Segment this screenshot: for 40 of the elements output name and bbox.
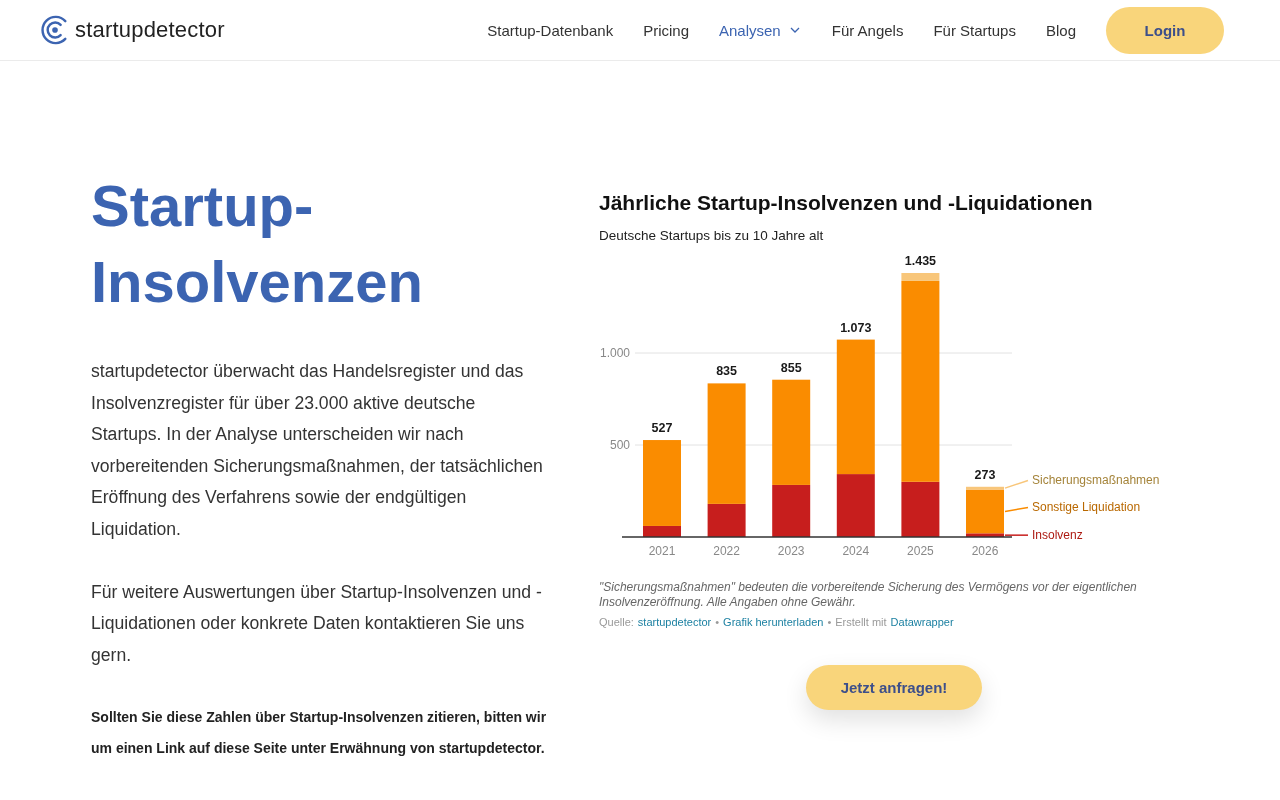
logo-wordmark[interactable]: startupdetector [75,17,225,43]
login-button[interactable]: Login [1106,6,1224,54]
citation-note: Sollten Sie diese Zahlen über Startup-Insolvenzen zitieren, bitten wir um einen Link auf diese Seite unter Erwähnung von startupdetector. [91,708,548,759]
value-label: 273 [974,467,996,482]
nav-link[interactable]: Für Startups [933,21,1016,39]
x-tick-label: 2022 [713,544,740,558]
chart-footnote: "Sicherungsmaßnahmen" bedeuten die vorbereitende Sicherung des Vermögens vor der eigentlichen Insolvenzeröffnung. Alle Angaben ohne Gewähr. [599,580,1138,610]
value-label: 855 [780,360,802,375]
credit-link[interactable]: startupdetector [637,615,712,629]
credit-link[interactable]: Grafik herunterladen [723,615,824,629]
x-tick-label: 2025 [907,544,934,558]
chart-subtitle: Deutsche Startups bis zu 10 Jahre alt [599,227,825,245]
nav-link[interactable]: Für Angels [831,21,904,39]
bullet-separator: • [715,615,720,629]
y-tick-label: 1.000 [599,346,630,361]
x-tick-label: 2024 [842,544,870,558]
x-tick-label: 2021 [648,544,676,558]
value-label: 1.073 [840,320,872,335]
page-heading: Startup-Insolvenzen [91,172,424,316]
bullet-separator: • [827,615,832,629]
nav-link[interactable]: Analysen [719,21,802,39]
legend-label: Sicherungsmaßnahmen [1032,473,1160,488]
request-button[interactable]: Jetzt anfragen! [806,665,982,710]
body-paragraph: startupdetector überwacht das Handelsregister und das Insolvenzregister für über 23.000 aktive deutsche Startups. In der Analyse unterscheiden wir nach vorbereitenden Sicherungsmaßnahmen, der tatsächlichen Eröffnung des Verfahrens sowie der endgültigen Liquidation. [91,360,544,541]
nav-link[interactable]: Pricing [643,21,689,39]
nav-link[interactable]: Startup-Datenbank [487,21,614,39]
legend-label: Sonstige Liquidation [1032,500,1141,515]
chart-title: Jährliche Startup-Insolvenzen und -Liquidationen [599,190,1094,216]
x-tick-label: 2026 [971,544,999,558]
value-label: 1.435 [904,254,937,268]
value-label: 527 [651,421,673,436]
nav-link[interactable]: Blog [1045,21,1076,39]
credit-link[interactable]: Datawrapper [890,615,954,629]
value-label: 835 [716,364,738,379]
body-paragraph: Für weitere Auswertungen über Startup-Insolvenzen und -Liquidationen oder konkrete Daten kontaktieren Sie uns gern. [91,580,543,667]
y-tick-label: 500 [609,438,630,452]
credit-text: Quelle: [599,615,634,629]
legend-label: Insolvenz [1032,528,1083,543]
credit-text: Erstellt mit [835,615,887,629]
x-tick-label: 2023 [777,544,805,558]
